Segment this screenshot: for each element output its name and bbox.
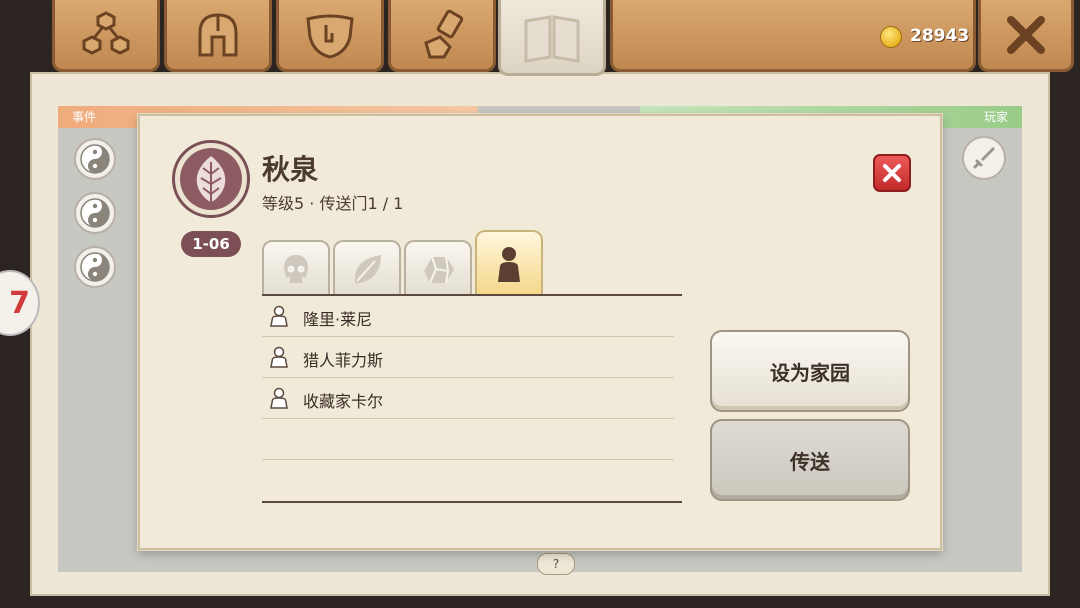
location-emblem (172, 140, 250, 218)
leaf-icon (196, 156, 226, 202)
list-divider (262, 501, 682, 503)
skull-icon (284, 255, 308, 283)
help-button[interactable]: ? (537, 553, 575, 575)
yin-yang-icon[interactable] (74, 138, 116, 180)
shield-icon (306, 14, 354, 59)
person-outline-icon (270, 387, 288, 409)
helmet-icon (198, 12, 238, 56)
tab-crafting[interactable] (388, 0, 496, 72)
dialog-close-button[interactable] (873, 154, 911, 192)
leaf-icon (354, 255, 381, 283)
gold-amount: 28943 (910, 26, 970, 46)
list-item[interactable]: 收藏家卡尔 (262, 378, 674, 419)
list-item[interactable]: 隆里·莱尼 (262, 296, 674, 337)
yin-yang-icon[interactable] (74, 192, 116, 234)
teleport-button[interactable]: 传送 (710, 419, 910, 501)
ore-icon (424, 256, 454, 284)
level-range-badge: 1-06 (181, 231, 241, 257)
gold-coin-icon (880, 26, 902, 48)
list-item[interactable]: 猎人菲力斯 (262, 337, 674, 378)
tab-enemies[interactable] (262, 240, 330, 296)
tab-ores[interactable] (404, 240, 472, 296)
network-icon (82, 10, 130, 55)
close-icon (1007, 15, 1045, 54)
location-title: 秋泉 (262, 153, 319, 186)
top-tab-bar: 28943 (0, 0, 1080, 78)
map-book-icon (524, 14, 580, 63)
person-outline-icon (270, 305, 288, 327)
tab-network[interactable] (52, 0, 160, 72)
close-icon (883, 164, 901, 182)
tab-npcs[interactable] (475, 230, 543, 296)
tab-inventory[interactable] (276, 0, 384, 72)
npc-name: 收藏家卡尔 (303, 392, 384, 411)
close-menu-button[interactable] (978, 0, 1074, 72)
tab-map[interactable] (498, 0, 606, 76)
npc-name: 猎人菲力斯 (303, 351, 384, 370)
tab-herbs[interactable] (333, 240, 401, 296)
person-icon (498, 247, 520, 282)
npc-name: 隆里·莱尼 (303, 310, 373, 329)
tab-equipment[interactable] (164, 0, 272, 72)
person-outline-icon (270, 346, 288, 368)
location-subtitle: 等级5 · 传送门1 / 1 (262, 194, 404, 213)
list-item-empty (262, 419, 674, 460)
craft-icon (424, 9, 464, 58)
yin-yang-icon[interactable] (74, 246, 116, 288)
set-home-button[interactable]: 设为家园 (710, 330, 910, 412)
sword-icon[interactable] (962, 136, 1006, 180)
